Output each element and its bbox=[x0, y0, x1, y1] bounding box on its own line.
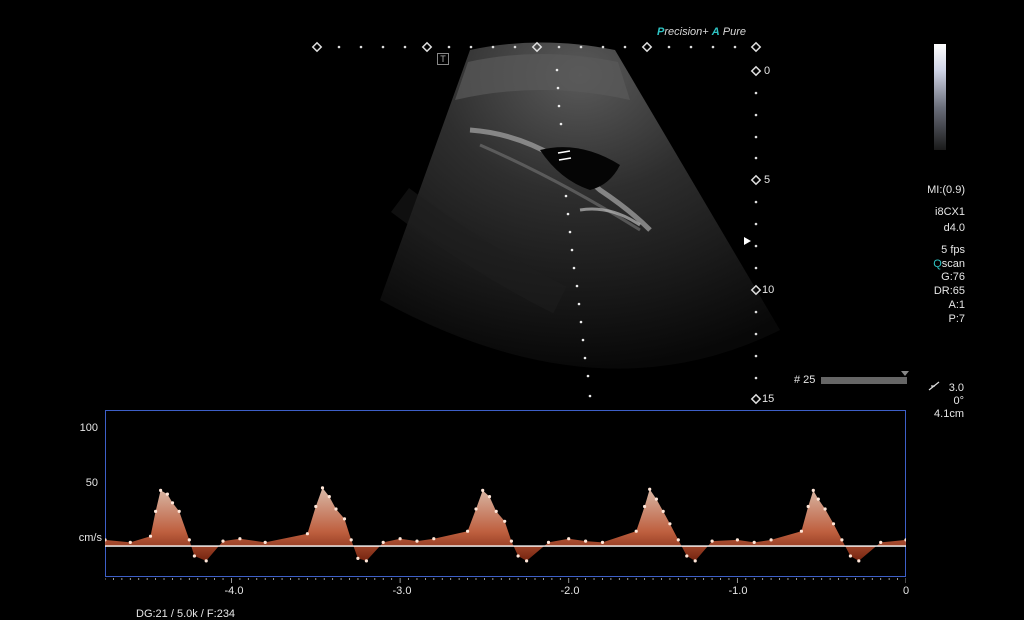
spectral-envelope bbox=[105, 487, 906, 561]
spectral-point bbox=[710, 539, 714, 543]
spectral-point bbox=[848, 554, 853, 558]
spectral-point bbox=[525, 559, 529, 563]
spectral-point bbox=[474, 507, 478, 511]
spectral-point bbox=[356, 556, 360, 560]
spectral-point bbox=[487, 495, 492, 499]
spectral-point bbox=[685, 554, 689, 558]
spectral-point bbox=[600, 540, 605, 544]
depth-label-0: 0 bbox=[764, 65, 771, 77]
cine-position-marker[interactable] bbox=[901, 371, 909, 376]
spectral-point bbox=[432, 537, 436, 541]
spectral-point bbox=[170, 501, 175, 505]
spectral-point bbox=[811, 488, 815, 492]
spectral-point bbox=[314, 504, 318, 509]
spectral-point bbox=[494, 509, 498, 513]
spectral-point bbox=[165, 492, 169, 496]
frame-counter: # 25 bbox=[794, 374, 816, 386]
y-tick-50: 50 bbox=[85, 477, 98, 489]
spectral-point bbox=[364, 559, 368, 563]
spectral-point bbox=[516, 554, 520, 558]
cine-scrollbar[interactable] bbox=[821, 377, 907, 384]
spectral-point bbox=[634, 529, 638, 533]
doppler-scale: 3.0 bbox=[948, 382, 964, 394]
probe-value: i8CX1 bbox=[935, 206, 965, 218]
spectral-point bbox=[879, 540, 883, 544]
spectral-point bbox=[305, 532, 309, 536]
bmode-image bbox=[311, 41, 780, 405]
spectral-point bbox=[503, 519, 507, 523]
spectral-point bbox=[192, 554, 196, 558]
spectral-point bbox=[159, 488, 163, 492]
spectral-point bbox=[187, 538, 191, 542]
spectral-point bbox=[154, 509, 158, 513]
depth-value: d4.0 bbox=[943, 222, 965, 234]
x-tick-minus-3: -3.0 bbox=[392, 585, 412, 597]
spectral-point bbox=[816, 497, 820, 501]
spectral-point bbox=[799, 529, 804, 533]
tgc-icon[interactable]: T bbox=[437, 53, 449, 65]
spectral-point bbox=[148, 534, 153, 538]
dynamic-range-value: DR:65 bbox=[933, 285, 965, 297]
depth-scale-line bbox=[750, 65, 762, 405]
spectral-point bbox=[204, 559, 208, 563]
spectral-waveform bbox=[105, 486, 906, 583]
spectral-point bbox=[857, 559, 861, 563]
spectral-point bbox=[648, 487, 652, 491]
averaging-value: A:1 bbox=[948, 299, 965, 311]
doppler-angle: 0° bbox=[953, 395, 964, 407]
spectral-point bbox=[509, 539, 513, 543]
spectral-point bbox=[769, 538, 773, 542]
spectral-point bbox=[661, 509, 665, 513]
spectral-point bbox=[643, 504, 647, 509]
footer-parameters: DG:21 / 5.0k / F:234 bbox=[136, 608, 236, 620]
spectral-point bbox=[735, 538, 740, 542]
y-tick-100: 100 bbox=[79, 422, 98, 434]
spectral-point bbox=[128, 540, 132, 544]
spectral-point bbox=[238, 537, 242, 541]
spectral-point bbox=[327, 495, 331, 499]
fps-value: 5 fps bbox=[941, 244, 965, 256]
x-tick-0: 0 bbox=[902, 585, 910, 597]
spectral-point bbox=[398, 537, 402, 541]
depth-label-5: 5 bbox=[764, 174, 771, 186]
spectral-point bbox=[221, 539, 225, 543]
spectral-point bbox=[676, 538, 680, 542]
depth-label-15: 15 bbox=[762, 393, 775, 405]
spectral-point bbox=[481, 488, 485, 492]
spectral-point bbox=[334, 507, 338, 511]
spectral-point bbox=[546, 540, 551, 544]
spectral-point bbox=[752, 540, 756, 544]
spectral-point bbox=[320, 486, 325, 490]
spectral-point bbox=[831, 522, 836, 526]
persistence-value: P:7 bbox=[948, 313, 965, 325]
doppler-parameters: 3.0 0° 4.1cm bbox=[920, 382, 964, 421]
spectral-point bbox=[349, 538, 353, 542]
y-unit-label: cm/s bbox=[78, 532, 102, 544]
spectral-point bbox=[693, 559, 697, 563]
imaging-parameters: MI:(0.9) i8CX1 d4.0 5 fps Qscan G:76 DR:… bbox=[905, 182, 965, 326]
spectral-point bbox=[415, 539, 419, 543]
spectral-point bbox=[584, 539, 588, 543]
spectral-point bbox=[263, 540, 267, 544]
gate-depth: 4.1cm bbox=[934, 408, 964, 420]
x-tick-minus-1: -1.0 bbox=[728, 585, 748, 597]
spectral-point bbox=[342, 517, 347, 521]
spectral-point bbox=[567, 537, 571, 541]
spectral-point bbox=[823, 507, 827, 511]
spectral-point bbox=[466, 529, 470, 533]
spectral-point bbox=[381, 540, 385, 544]
spectral-point bbox=[840, 538, 844, 542]
focus-marker[interactable] bbox=[744, 237, 751, 245]
grayscale-bar bbox=[934, 44, 946, 150]
gain-value: G:76 bbox=[941, 271, 965, 283]
x-tick-minus-2: -2.0 bbox=[560, 585, 580, 597]
spectral-point bbox=[806, 504, 810, 509]
spectral-point bbox=[668, 522, 672, 526]
spectral-point bbox=[177, 509, 181, 513]
depth-label-10: 10 bbox=[762, 284, 775, 296]
spectral-point bbox=[654, 497, 659, 501]
x-tick-minus-4: -4.0 bbox=[224, 585, 244, 597]
qscan-value: Qscan bbox=[933, 258, 965, 270]
mi-value: MI:(0.9) bbox=[927, 184, 965, 196]
